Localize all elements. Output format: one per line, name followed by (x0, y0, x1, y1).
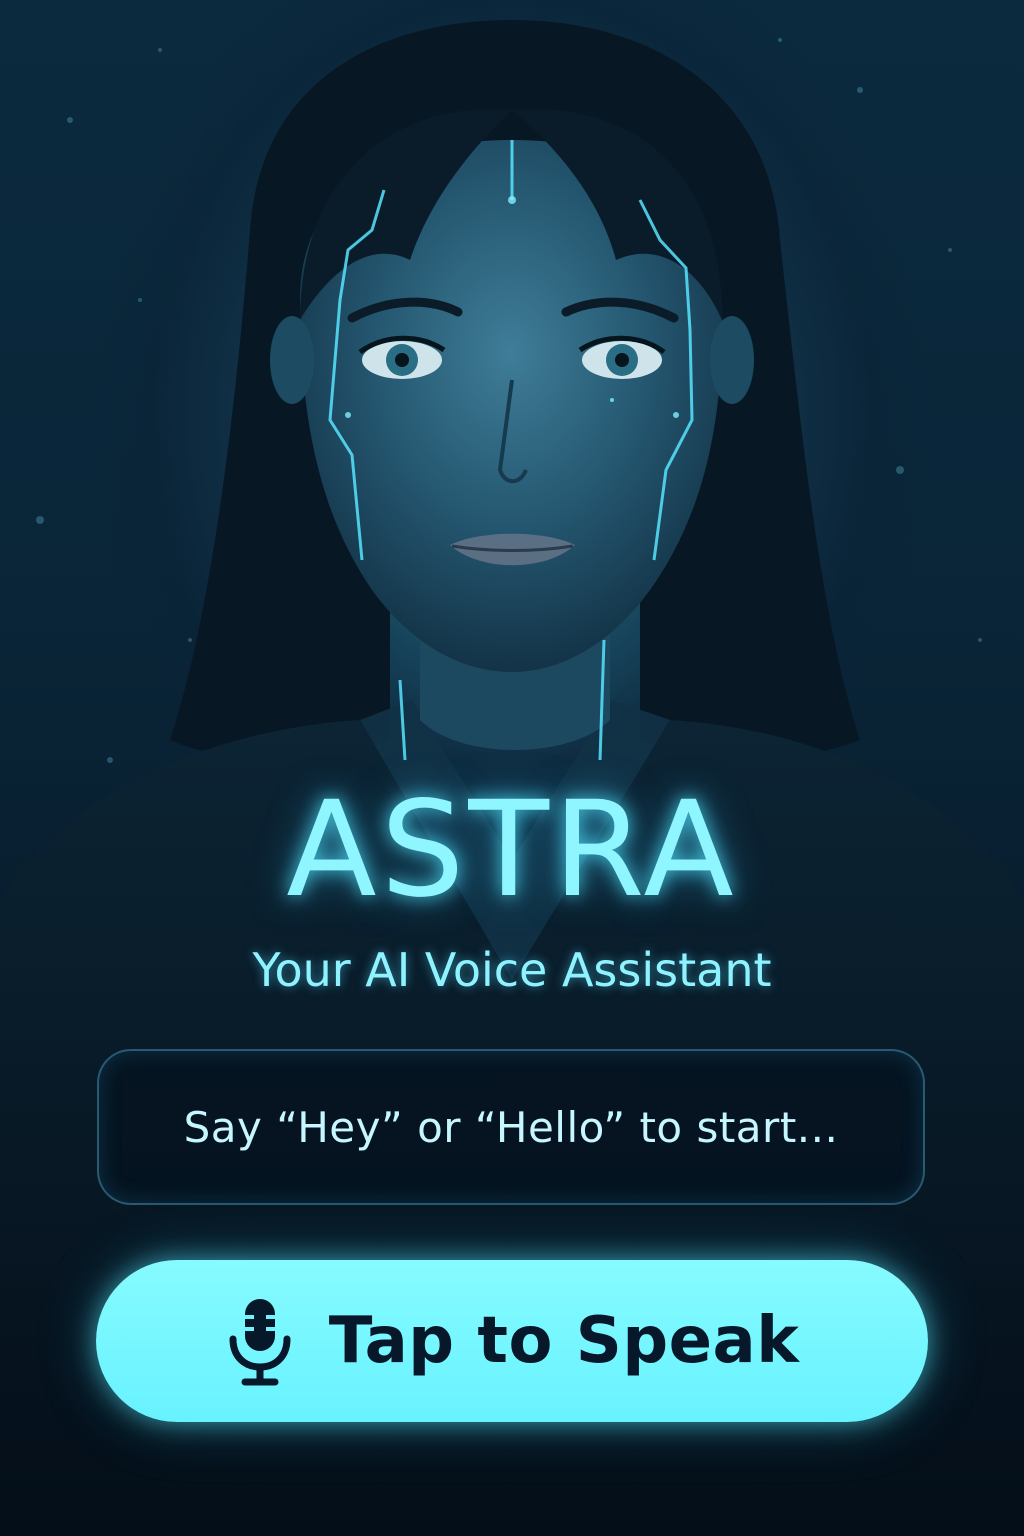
voice-assistant-screen: ASTRA Your AI Voice Assistant Say “Hey” … (0, 0, 1024, 1536)
voice-prompt-box: Say “Hey” or “Hello” to start... (97, 1049, 925, 1205)
microphone-icon (225, 1295, 295, 1387)
tap-to-speak-button[interactable]: Tap to Speak (96, 1260, 928, 1422)
voice-prompt-text: Say “Hey” or “Hello” to start... (183, 1102, 839, 1152)
app-title: ASTRA (286, 773, 738, 927)
tap-to-speak-label: Tap to Speak (328, 1304, 800, 1378)
app-subtitle: Your AI Voice Assistant (252, 943, 772, 997)
